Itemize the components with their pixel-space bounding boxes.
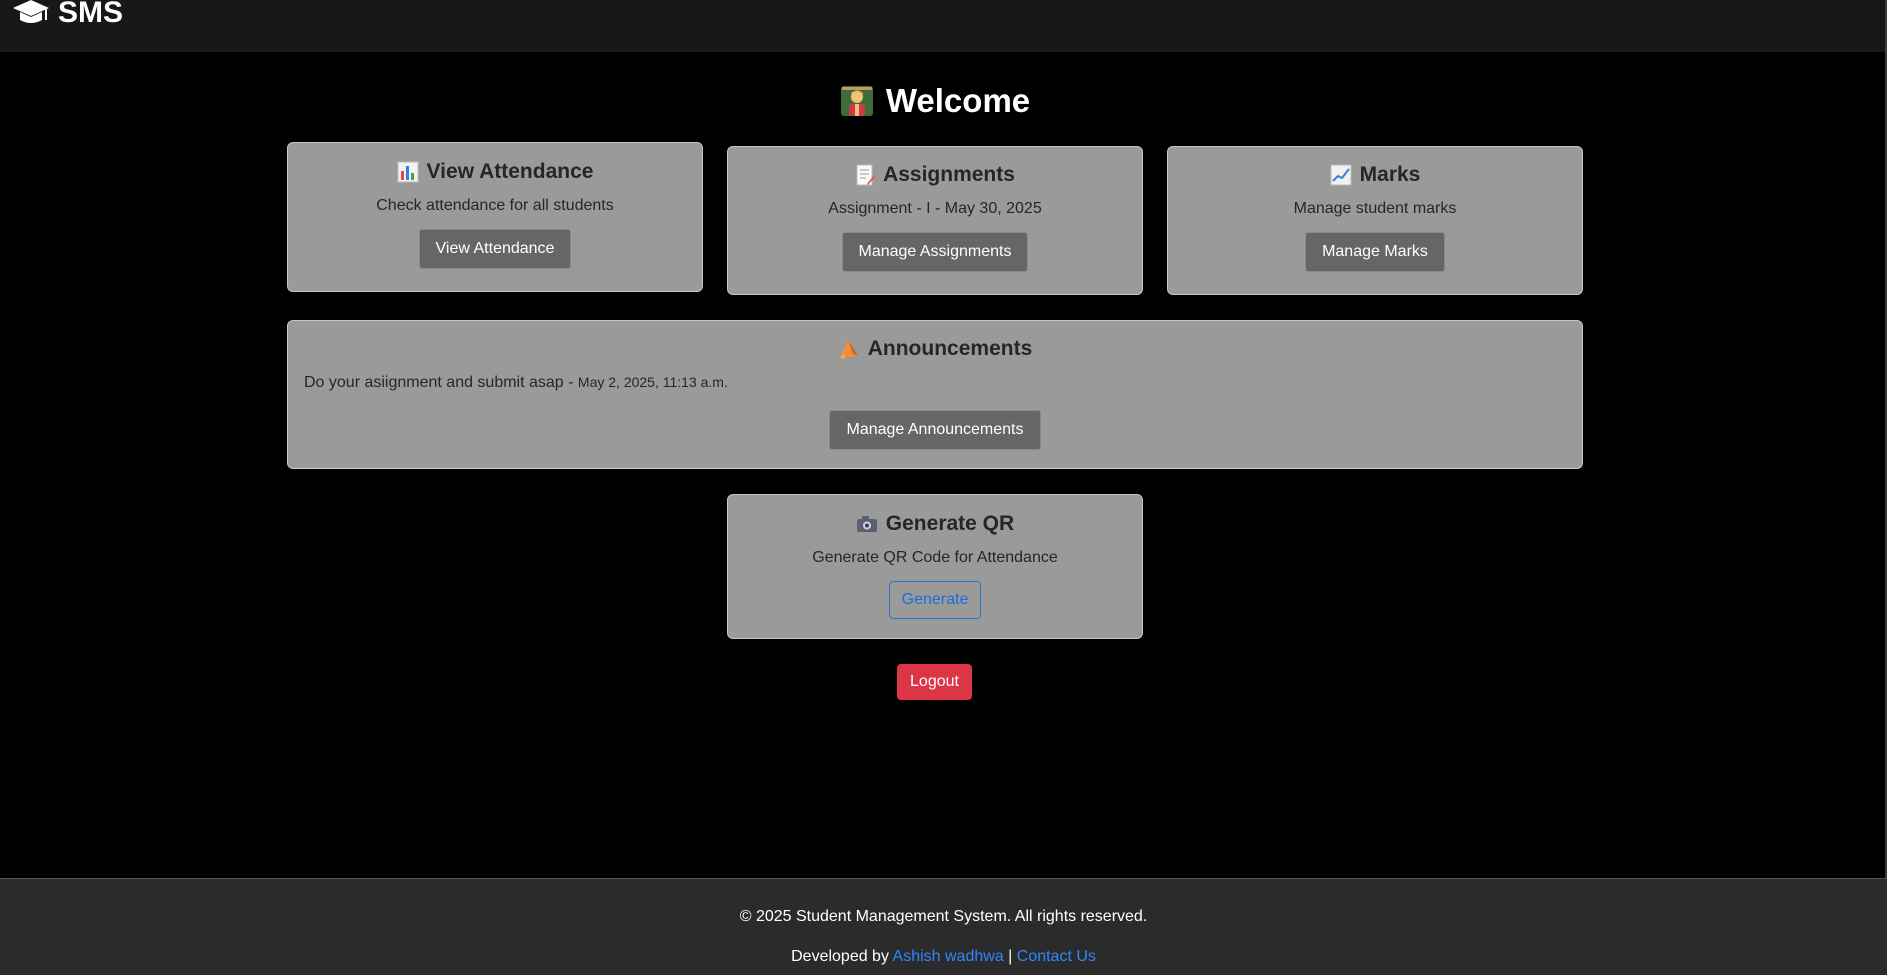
manage-announcements-button[interactable]: Manage Announcements [829, 410, 1041, 450]
author-link[interactable]: Ashish wadhwa [893, 948, 1004, 965]
announcement-item: Do your asiignment and submit asap - May… [304, 374, 1582, 392]
attendance-card: View Attendance Check attendance for all… [287, 142, 703, 292]
assignments-card-text: Assignment - I - May 30, 2025 [828, 200, 1042, 217]
announcements-card-title: Announcements [288, 337, 1582, 361]
welcome-heading: Welcome [0, 82, 1870, 120]
announcement-date: May 2, 2025, 11:13 a.m. [577, 374, 728, 390]
footer-copyright: © 2025 Student Management System. All ri… [739, 908, 1148, 925]
developed-by-text: Developed by [791, 948, 889, 965]
qr-card-title: Generate QR [728, 512, 1142, 536]
generate-qr-button[interactable]: Generate [888, 581, 982, 619]
marks-card: Marks Manage student marks Manage Marks [1167, 146, 1583, 295]
announcements-card: Announcements Do your asiignment and sub… [287, 320, 1583, 469]
footer-separator: | [1008, 948, 1013, 965]
assignments-card: Assignments Assignment - I - May 30, 202… [727, 146, 1143, 295]
manage-assignments-button[interactable]: Manage Assignments [841, 232, 1029, 272]
marks-card-text: Manage student marks [1293, 200, 1457, 217]
attendance-card-text: Check attendance for all students [376, 197, 614, 214]
camera-icon [856, 516, 877, 532]
assignments-card-title: Assignments [728, 163, 1142, 187]
view-attendance-button[interactable]: View Attendance [418, 229, 572, 269]
navbar: SMS [0, 0, 1887, 52]
megaphone-icon [839, 340, 858, 359]
contact-us-link[interactable]: Contact Us [1017, 948, 1096, 965]
announcement-text: Do your asiignment and submit asap - [304, 374, 574, 391]
footer-credits: Developed by Ashish wadhwa | Contact Us [0, 948, 1887, 966]
brand-link[interactable]: SMS [12, 0, 123, 30]
chart-increasing-icon [1330, 164, 1352, 186]
bar-chart-icon [397, 161, 419, 183]
memo-icon [856, 164, 876, 186]
qr-card: Generate QR Generate QR Code for Attenda… [727, 494, 1143, 639]
attendance-card-title: View Attendance [288, 160, 702, 184]
marks-card-title: Marks [1168, 163, 1582, 187]
welcome-title: Welcome [885, 82, 1031, 119]
teacher-icon [840, 86, 873, 116]
brand-text: SMS [58, 0, 124, 29]
qr-card-text: Generate QR Code for Attendance [812, 549, 1058, 566]
logout-button[interactable]: Logout [897, 664, 972, 700]
manage-marks-button[interactable]: Manage Marks [1305, 232, 1445, 272]
footer: © 2025 Student Management System. All ri… [0, 878, 1887, 975]
graduation-cap-icon [13, 0, 49, 23]
